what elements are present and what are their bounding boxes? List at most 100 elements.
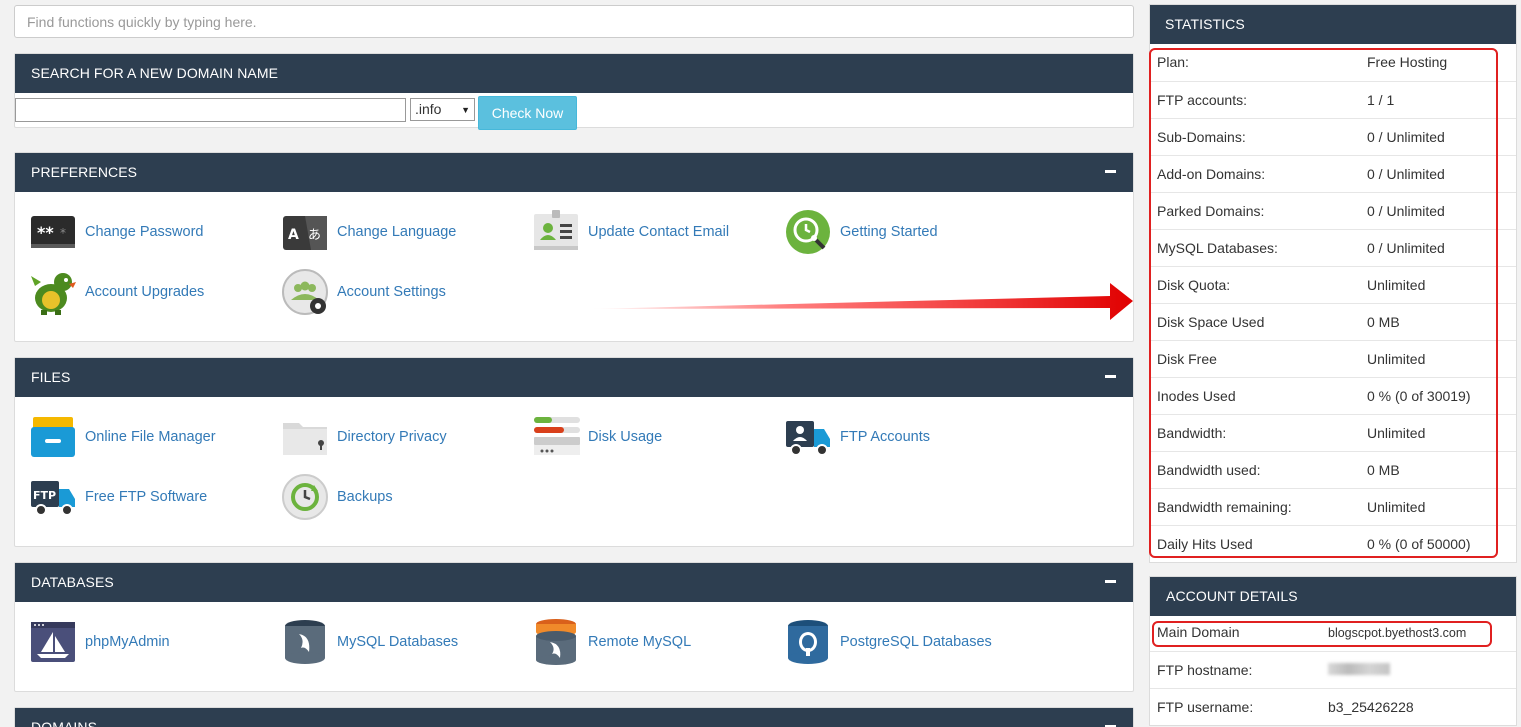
statistics-key: Disk Quota: xyxy=(1157,277,1231,293)
remote-mysql-icon xyxy=(532,618,580,666)
ftp-username-row: FTP username: b3_25426228 xyxy=(1150,688,1516,725)
account-details-title: ACCOUNT DETAILS xyxy=(1150,577,1516,616)
collapse-icon[interactable] xyxy=(1105,708,1119,727)
getting-started-icon xyxy=(784,208,832,256)
svg-text:A: A xyxy=(288,227,299,243)
svg-text:あ: あ xyxy=(308,228,321,243)
files-title: FILES xyxy=(31,369,71,385)
account-settings-label: Account Settings xyxy=(337,284,446,300)
ftp-hostname-row: FTP hostname: xyxy=(1150,651,1516,688)
statistics-key: Parked Domains: xyxy=(1157,203,1265,219)
statistics-key: FTP accounts: xyxy=(1157,92,1248,108)
statistics-row: Parked Domains: 0 / Unlimited xyxy=(1150,192,1516,229)
change-language-link[interactable]: Aあ Change Language xyxy=(281,207,456,257)
statistics-row: Bandwidth remaining: Unlimited xyxy=(1150,488,1516,525)
statistics-value: 1 / 1 xyxy=(1367,92,1395,108)
statistics-row: MySQL Databases: 0 / Unlimited xyxy=(1150,229,1516,266)
tld-select[interactable]: .info ▼ xyxy=(410,98,475,121)
statistics-key: Inodes Used xyxy=(1157,388,1236,404)
main-domain-row: Main Domain blogscpot.byethost3.com xyxy=(1150,616,1516,651)
main-domain-value: blogscpot.byethost3.com xyxy=(1328,626,1467,640)
preferences-title: PREFERENCES xyxy=(31,164,138,180)
backup-icon xyxy=(281,473,329,521)
language-icon: Aあ xyxy=(281,208,329,256)
statistics-value: Unlimited xyxy=(1367,277,1426,293)
files-panel: FILES Online File Manager Directory Priv… xyxy=(14,357,1134,547)
collapse-icon[interactable] xyxy=(1105,358,1119,397)
domain-search-title: SEARCH FOR A NEW DOMAIN NAME xyxy=(15,54,1133,93)
domains-title: DOMAINS xyxy=(31,719,98,727)
directory-privacy-link[interactable]: Directory Privacy xyxy=(281,412,447,462)
password-icon: ** * xyxy=(29,208,77,256)
folder-lock-icon xyxy=(281,413,329,461)
statistics-key: Sub-Domains: xyxy=(1157,129,1246,145)
statistics-value: 0 / Unlimited xyxy=(1367,129,1445,145)
free-ftp-software-label: Free FTP Software xyxy=(85,489,208,505)
statistics-value: 0 MB xyxy=(1367,462,1400,478)
statistics-value: Free Hosting xyxy=(1367,54,1448,70)
statistics-key: Bandwidth remaining: xyxy=(1157,499,1292,515)
main-domain-label: Main Domain xyxy=(1157,624,1240,640)
statistics-row: Bandwidth used: 0 MB xyxy=(1150,451,1516,488)
svg-text:FTP: FTP xyxy=(33,489,56,502)
domain-name-input[interactable] xyxy=(15,98,406,122)
statistics-key: Bandwidth: xyxy=(1157,425,1227,441)
backups-label: Backups xyxy=(337,489,393,505)
ftp-username-label: FTP username: xyxy=(1157,699,1254,715)
update-contact-email-link[interactable]: Update Contact Email xyxy=(532,207,729,257)
account-upgrades-link[interactable]: Account Upgrades xyxy=(29,267,204,317)
postgresql-databases-label: PostgreSQL Databases xyxy=(840,634,992,650)
databases-title: DATABASES xyxy=(31,574,114,590)
ftp-accounts-label: FTP Accounts xyxy=(840,429,930,445)
remote-mysql-link[interactable]: Remote MySQL xyxy=(532,617,691,667)
collapse-icon[interactable] xyxy=(1105,563,1119,602)
mysql-databases-label: MySQL Databases xyxy=(337,634,459,650)
statistics-value: 0 % (0 of 50000) xyxy=(1367,536,1471,552)
domains-panel: DOMAINS xyxy=(14,707,1134,727)
online-file-manager-link[interactable]: Online File Manager xyxy=(29,412,216,462)
backups-link[interactable]: Backups xyxy=(281,472,393,522)
mysql-icon xyxy=(281,618,329,666)
disk-usage-link[interactable]: Disk Usage xyxy=(532,412,662,462)
remote-mysql-label: Remote MySQL xyxy=(588,634,692,650)
free-ftp-software-link[interactable]: FTP Free FTP Software xyxy=(29,472,207,522)
account-upgrades-label: Account Upgrades xyxy=(85,284,205,300)
postgresql-databases-link[interactable]: PostgreSQL Databases xyxy=(784,617,992,667)
disk-usage-icon xyxy=(532,413,580,461)
account-settings-link[interactable]: Account Settings xyxy=(281,267,446,317)
quick-search-input[interactable] xyxy=(14,5,1134,38)
statistics-value: 0 / Unlimited xyxy=(1367,240,1445,256)
statistics-panel: STATISTICS Plan: Free Hosting FTP accounts… xyxy=(1149,4,1517,563)
change-language-label: Change Language xyxy=(337,224,457,240)
ftp-hostname-label: FTP hostname: xyxy=(1157,662,1253,678)
statistics-row: Disk Free Unlimited xyxy=(1150,340,1516,377)
online-file-manager-label: Online File Manager xyxy=(85,429,216,445)
ftp-username-value: b3_25426228 xyxy=(1328,699,1414,715)
phpmyadmin-link[interactable]: phpMyAdmin xyxy=(29,617,170,667)
statistics-row: Daily Hits Used 0 % (0 of 50000) xyxy=(1150,525,1516,562)
statistics-row: Inodes Used 0 % (0 of 30019) xyxy=(1150,377,1516,414)
postgresql-icon xyxy=(784,618,832,666)
statistics-key: Add-on Domains: xyxy=(1157,166,1266,182)
phpmyadmin-label: phpMyAdmin xyxy=(85,634,170,650)
check-now-button[interactable]: Check Now xyxy=(478,96,577,130)
statistics-key: MySQL Databases: xyxy=(1157,240,1278,256)
directory-privacy-label: Directory Privacy xyxy=(337,429,447,445)
change-password-link[interactable]: ** * Change Password xyxy=(29,207,204,257)
statistics-key: Disk Space Used xyxy=(1157,314,1265,330)
tld-selected-value: .info xyxy=(415,101,442,117)
statistics-row: Add-on Domains: 0 / Unlimited xyxy=(1150,155,1516,192)
statistics-value: 0 / Unlimited xyxy=(1367,166,1445,182)
collapse-icon[interactable] xyxy=(1105,153,1119,192)
statistics-key: Bandwidth used: xyxy=(1157,462,1261,478)
ftp-hostname-value xyxy=(1328,662,1390,678)
statistics-row: Disk Space Used 0 MB xyxy=(1150,303,1516,340)
redacted-blur xyxy=(1328,663,1390,675)
account-settings-icon xyxy=(281,268,329,316)
ftp-accounts-link[interactable]: FTP Accounts xyxy=(784,412,930,462)
mysql-databases-link[interactable]: MySQL Databases xyxy=(281,617,458,667)
statistics-key: Disk Free xyxy=(1157,351,1217,367)
getting-started-link[interactable]: Getting Started xyxy=(784,207,938,257)
contact-card-icon xyxy=(532,208,580,256)
svg-text:**: ** xyxy=(37,223,54,242)
